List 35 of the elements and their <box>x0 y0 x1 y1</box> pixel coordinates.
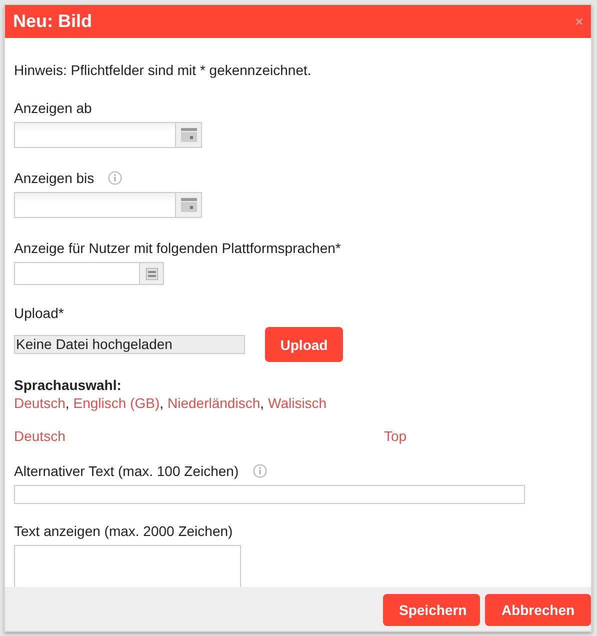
language-link[interactable]: Walisisch <box>268 394 327 412</box>
list-icon <box>146 268 158 280</box>
date-field[interactable] <box>14 122 176 148</box>
separator-comma: , <box>160 394 164 412</box>
separator-comma: , <box>260 394 264 412</box>
field-label: Anzeigen bis <box>14 170 94 186</box>
field-label: Upload* <box>14 305 64 321</box>
info-icon[interactable] <box>108 171 122 185</box>
calendar-icon <box>180 128 196 142</box>
language-link[interactable]: Englisch (GB) <box>73 394 160 412</box>
info-icon[interactable] <box>252 464 267 478</box>
language-link[interactable]: Deutsch <box>14 394 66 412</box>
field-label: Alternativer Text (max. 100 Zeichen) <box>14 463 239 479</box>
file-status-field: Keine Datei hochgeladen <box>14 335 245 354</box>
upload-button[interactable]: Upload <box>265 327 343 362</box>
hint-text: Hinweis: Pflichtfelder sind mit * gekennzeichnet. <box>14 62 312 78</box>
field-label: Anzeigen ab <box>14 100 92 116</box>
section-heading: Deutsch <box>14 428 66 444</box>
field-label: Anzeige für Nutzer mit folgenden Plattformsprachen* <box>14 240 341 256</box>
text-area[interactable] <box>14 545 241 587</box>
top-link[interactable]: Top <box>384 428 407 444</box>
separator-comma: , <box>65 394 70 412</box>
language-selection-label: Sprachauswahl: <box>14 377 122 393</box>
dialog-title: Neu: Bild <box>13 11 92 32</box>
calendar-button[interactable] <box>176 122 202 148</box>
footer-button[interactable]: Speichern <box>383 594 480 626</box>
alt-text-field[interactable] <box>14 485 525 504</box>
field-label: Text anzeigen (max. 2000 Zeichen) <box>14 523 233 539</box>
footer-button[interactable]: Abbrechen <box>485 594 591 626</box>
date-field[interactable] <box>14 192 176 218</box>
language-link[interactable]: Niederländisch <box>168 394 260 412</box>
language-select-field[interactable] <box>14 262 140 285</box>
calendar-icon <box>180 198 196 212</box>
list-button[interactable] <box>140 262 164 285</box>
calendar-button[interactable] <box>176 192 202 218</box>
